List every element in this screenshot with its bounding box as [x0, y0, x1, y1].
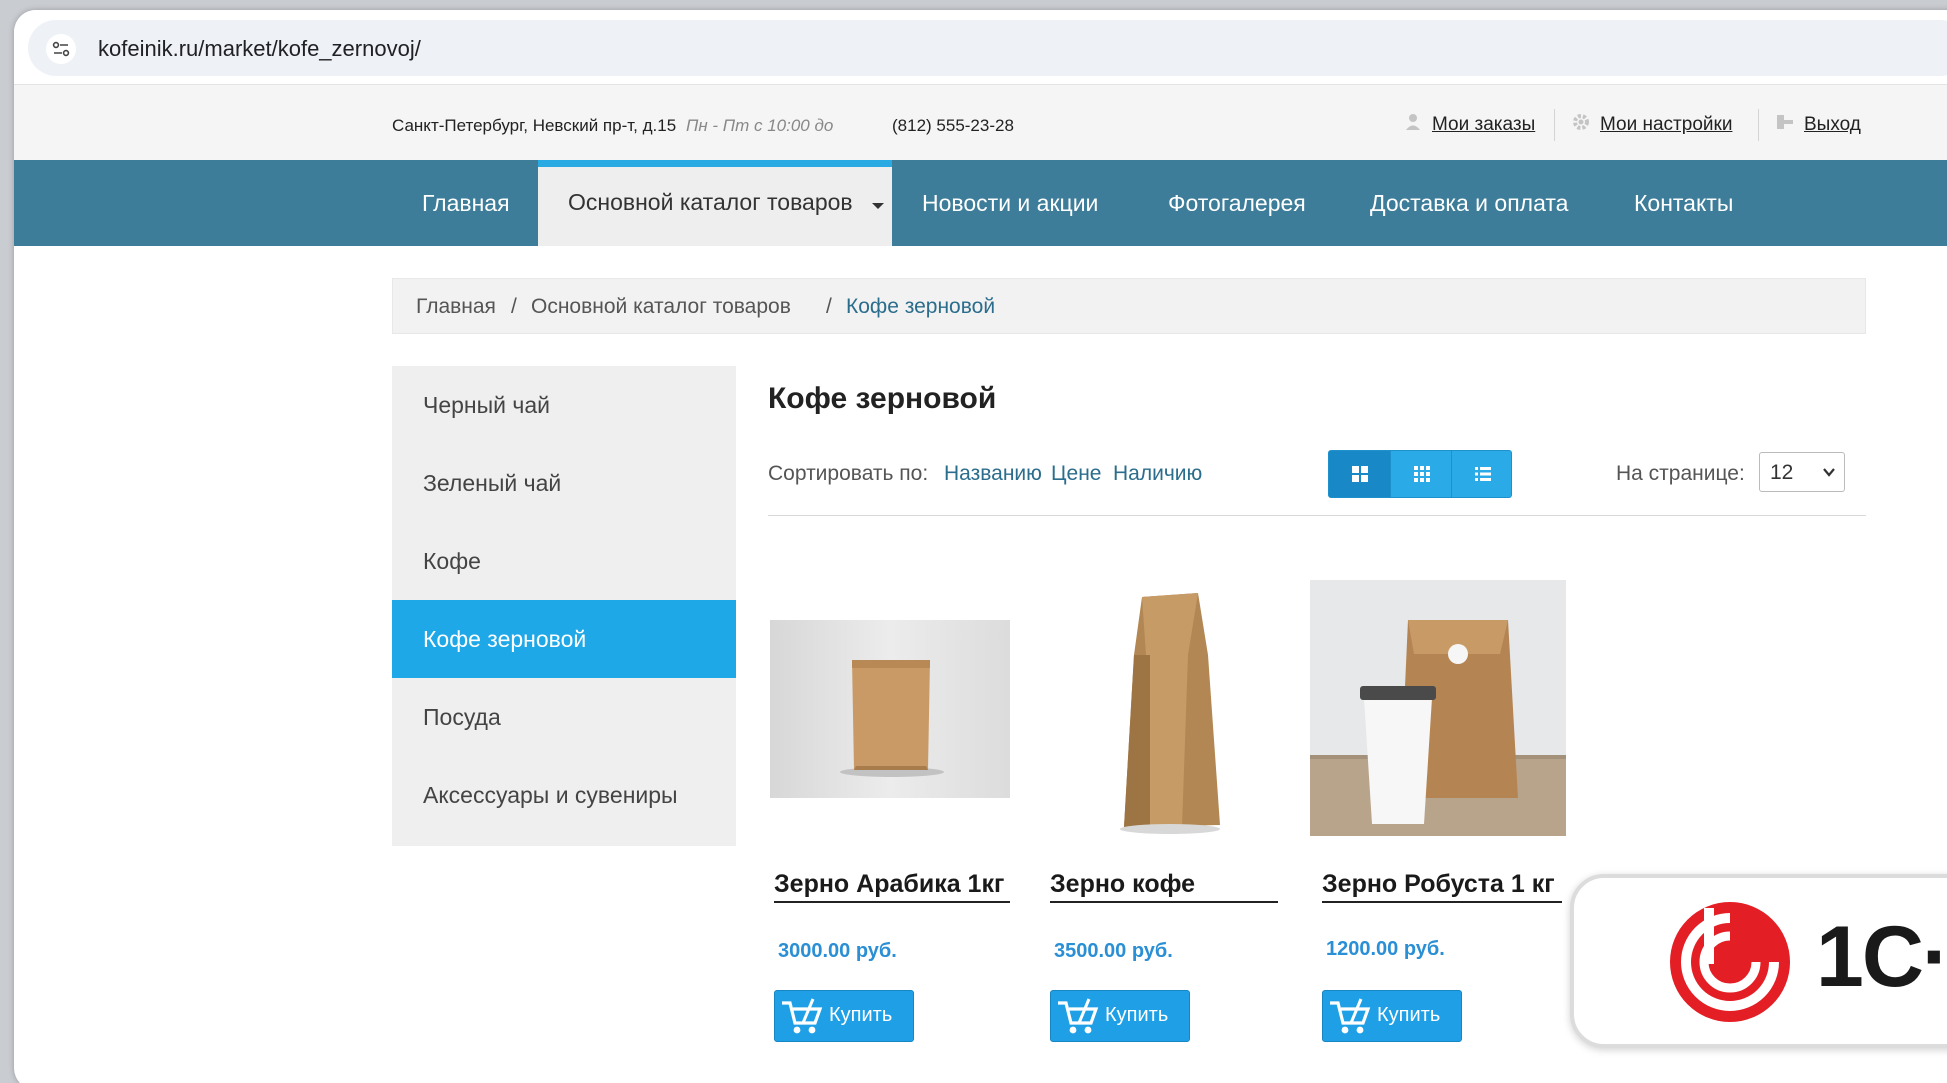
product-title-coffee-beans[interactable]: Зерно кофе: [1050, 870, 1278, 903]
sort-by-availability[interactable]: Наличию: [1113, 462, 1202, 486]
nav-gallery[interactable]: Фотогалерея: [1168, 160, 1306, 246]
working-hours: Пн - Пт с 10:00 до: [686, 116, 834, 135]
nav-news[interactable]: Новости и акции: [922, 160, 1098, 246]
cart-icon: [782, 998, 823, 1034]
nav-delivery[interactable]: Доставка и оплата: [1370, 160, 1568, 246]
buy-button-label: Купить: [1377, 1004, 1441, 1026]
product-image-arabica[interactable]: [770, 620, 1010, 798]
nav-contacts[interactable]: Контакты: [1634, 160, 1733, 246]
buy-button-label: Купить: [829, 1004, 893, 1026]
browser-window: kofeinik.ru/market/kofe_zernovoj/ Санкт-…: [14, 10, 1947, 1083]
user-icon: [1404, 111, 1426, 133]
per-page-label: На странице:: [1616, 462, 1745, 485]
chevron-down-icon: [872, 203, 884, 209]
sort-label: Сортировать по:: [768, 462, 929, 485]
category-sidebar: Черный чай Зеленый чай Кофе Кофе зерново…: [392, 366, 736, 846]
cart-icon: [1058, 998, 1099, 1034]
sidebar-item-green-tea[interactable]: Зеленый чай: [392, 444, 736, 522]
my-orders-link[interactable]: Мои заказы: [1432, 114, 1535, 136]
nav-catalog-label: Основной каталог товаров: [568, 189, 853, 215]
large-grid-icon: [1351, 466, 1368, 482]
breadcrumb-separator: /: [826, 295, 832, 318]
store-address: Санкт-Петербург, Невский пр-т, д.15: [392, 116, 677, 135]
logout-link[interactable]: Выход: [1804, 114, 1861, 136]
nav-home[interactable]: Главная: [422, 160, 510, 246]
buy-button-coffee-beans[interactable]: Купить: [1050, 990, 1190, 1042]
sidebar-item-black-tea[interactable]: Черный чай: [392, 366, 736, 444]
view-mode-toggle: [1328, 450, 1512, 498]
view-small-grid-button[interactable]: [1391, 451, 1452, 497]
sort-by-name[interactable]: Названию: [944, 462, 1042, 486]
product-title-arabica[interactable]: Зерно Арабика 1кг: [774, 870, 1010, 903]
my-settings-link[interactable]: Мои настройки: [1600, 114, 1732, 136]
breadcrumb-separator: /: [511, 295, 517, 318]
product-price-robusta: 1200.00 руб.: [1326, 938, 1445, 960]
buy-button-arabica[interactable]: Купить: [774, 990, 914, 1042]
per-page-value: 12: [1770, 461, 1794, 484]
url-text[interactable]: kofeinik.ru/market/kofe_zernovoj/: [98, 36, 421, 62]
info-bar: Санкт-Петербург, Невский пр-т, д.15 Пн -…: [14, 84, 1947, 170]
product-price-arabica: 3000.00 руб.: [778, 940, 897, 962]
product-price-coffee-beans: 3500.00 руб.: [1054, 940, 1173, 962]
badge-text: 1С·Б: [1816, 909, 1947, 1005]
per-page-select[interactable]: 12: [1759, 452, 1845, 492]
breadcrumb-home[interactable]: Главная: [416, 295, 496, 319]
cart-icon: [1330, 998, 1371, 1034]
chevron-down-icon: [1823, 468, 1835, 477]
list-icon: [1474, 467, 1491, 481]
main-navigation: Главная Основной каталог товаров Новости…: [14, 160, 1947, 246]
product-image-coffee-beans[interactable]: [1050, 585, 1286, 840]
small-grid-icon: [1413, 466, 1430, 482]
sidebar-item-coffee[interactable]: Кофе: [392, 522, 736, 600]
nav-catalog[interactable]: Основной каталог товаров: [538, 160, 892, 246]
divider: [1758, 109, 1759, 141]
sidebar-item-tableware[interactable]: Посуда: [392, 678, 736, 756]
view-list-button[interactable]: [1452, 451, 1513, 497]
sidebar-item-accessories[interactable]: Аксессуары и сувениры: [392, 756, 736, 834]
page-title: Кофе зерновой: [768, 382, 997, 415]
logout-icon: [1774, 111, 1796, 133]
breadcrumb: Главная / Основной каталог товаров / Коф…: [392, 278, 1866, 334]
sort-by-price[interactable]: Цене: [1051, 462, 1102, 486]
breadcrumb-catalog[interactable]: Основной каталог товаров: [531, 295, 791, 319]
address-bar[interactable]: kofeinik.ru/market/kofe_zernovoj/: [28, 20, 1947, 76]
divider: [768, 515, 1866, 516]
site-settings-icon[interactable]: [46, 34, 76, 64]
1c-bitrix-badge: 1С·Б: [1570, 874, 1947, 1048]
buy-button-label: Купить: [1105, 1004, 1169, 1026]
breadcrumb-current: Кофе зерновой: [846, 295, 996, 318]
divider: [1554, 109, 1555, 141]
sidebar-item-coffee-beans[interactable]: Кофе зерновой: [392, 600, 736, 678]
browser-toolbar: kofeinik.ru/market/kofe_zernovoj/: [14, 10, 1947, 84]
gear-icon: [1570, 111, 1592, 133]
buy-button-robusta[interactable]: Купить: [1322, 990, 1462, 1042]
product-image-robusta[interactable]: [1310, 580, 1566, 836]
view-large-grid-button[interactable]: [1329, 451, 1390, 497]
product-title-robusta[interactable]: Зерно Робуста 1 кг: [1322, 870, 1562, 903]
phone-number: (812) 555-23-28: [892, 116, 1014, 135]
